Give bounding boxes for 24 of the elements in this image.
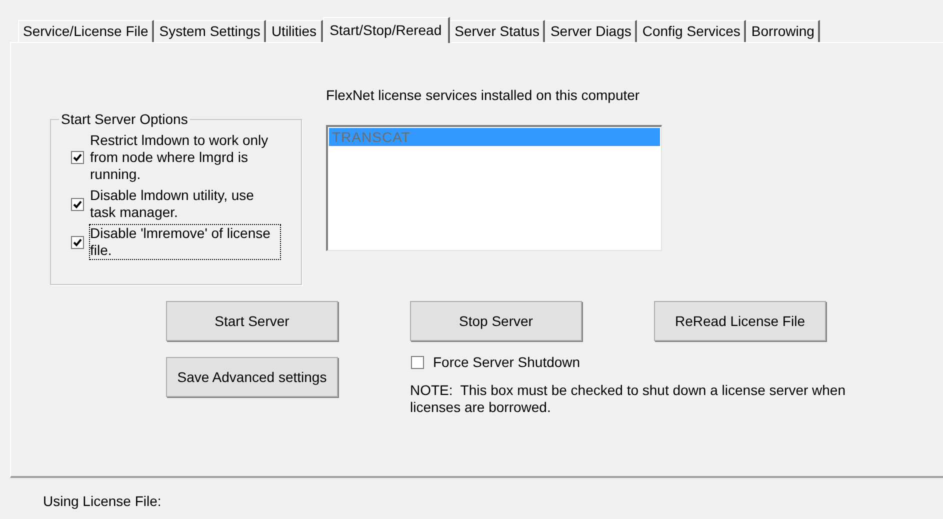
save-settings-button[interactable]: Save Advanced settings [166,357,338,397]
tab[interactable]: Server Diags [545,20,638,42]
tab[interactable]: Service/License File [18,20,154,42]
reread-license-button[interactable]: ReRead License File [654,301,826,341]
status-text: Using License File: [43,493,162,509]
stop-server-button[interactable]: Stop Server [410,301,582,341]
tab[interactable]: Borrowing [746,20,820,42]
checkbox[interactable] [71,236,84,248]
checkbox[interactable] [71,151,84,164]
tab[interactable]: Server Status [450,20,546,42]
option-label[interactable]: Disable lmdown utility, use task manager. [90,187,280,221]
tab[interactable]: System Settings [154,20,266,42]
checkbox[interactable] [71,198,84,210]
group-title: Start Server Options [60,110,189,129]
tab[interactable]: Config Services [637,20,746,42]
checkbox-label[interactable]: Force Server Shutdown [433,352,580,373]
option-label[interactable]: Disable 'lmremove' of license file. [90,225,280,259]
option-label[interactable]: Restrict lmdown to work only from node where lmgrd is running. [90,132,280,183]
services-label: FlexNet license services installed on this computer [326,86,641,105]
checkbox[interactable] [411,356,424,369]
tab[interactable]: Utilities [266,20,323,42]
tab[interactable]: Start/Stop/Reread [322,17,450,43]
start-server-button[interactable]: Start Server [166,301,338,341]
note-text: NOTE: This box must be checked to shut down a license server when licenses are borrowed. [410,382,847,416]
